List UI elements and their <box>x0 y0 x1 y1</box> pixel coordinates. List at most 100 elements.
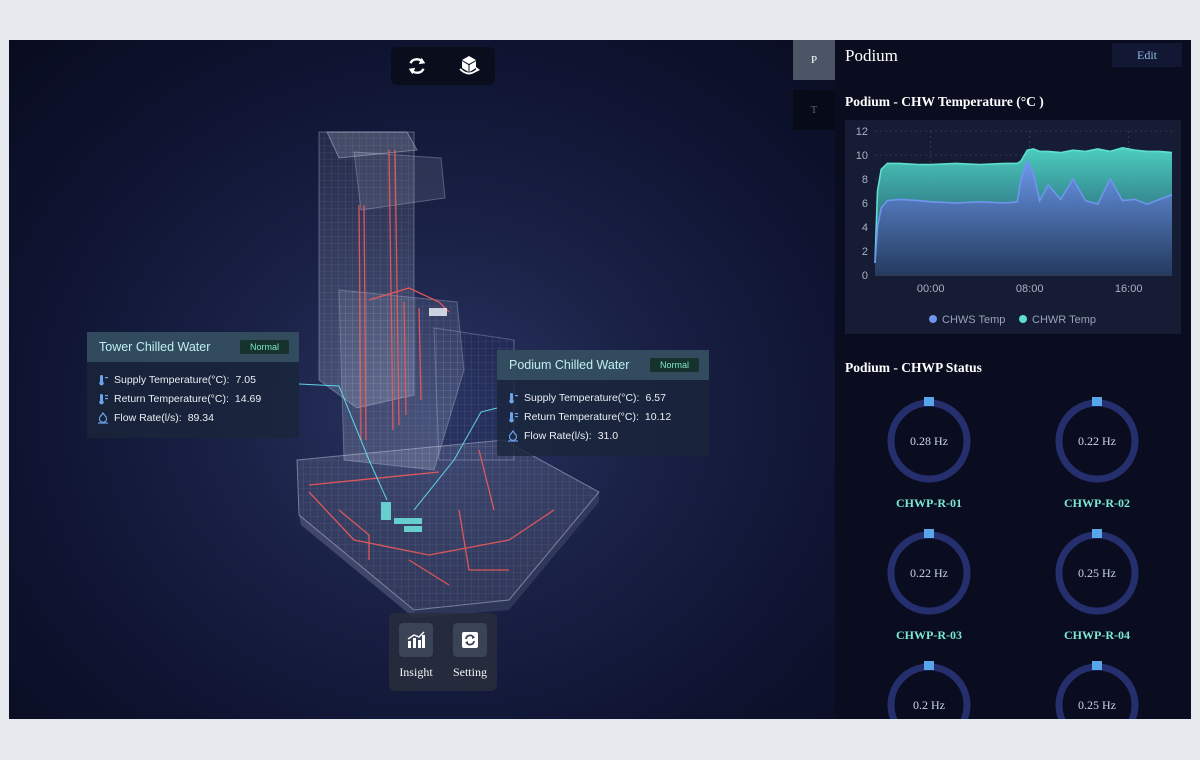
y-tick-label: 2 <box>862 246 868 258</box>
thermometer-icon <box>97 374 111 386</box>
flow-rate-value: 89.34 <box>187 411 214 424</box>
y-tick-label: 12 <box>856 126 868 138</box>
x-tick-label: 00:00 <box>917 283 945 295</box>
gauge-marker <box>924 397 934 406</box>
card-body: Supply Temperature(°C): 7.05 Return Temp… <box>87 362 299 427</box>
setting-label: Setting <box>452 665 487 679</box>
pump-gauge[interactable]: 0.22 Hz CHWP-R-02 <box>1037 395 1157 511</box>
card-header: Tower Chilled Water Normal <box>87 332 299 362</box>
tab-podium[interactable]: P <box>793 40 835 80</box>
tab-tower[interactable]: T <box>793 90 835 130</box>
return-temperature-value: 14.69 <box>234 392 262 405</box>
thermometer-icon <box>507 411 521 423</box>
pump-name: CHWP-R-04 <box>1064 628 1130 642</box>
status-badge: Normal <box>239 340 289 354</box>
supply-temperature-row: Supply Temperature(°C): 7.05 <box>97 370 299 389</box>
card-header: Podium Chilled Water Normal <box>497 350 709 380</box>
y-tick-label: 10 <box>856 150 868 162</box>
setting-button[interactable]: Setting <box>452 623 487 680</box>
flow-rate-row: Flow Rate(l/s): 31.0 <box>507 426 709 445</box>
legend-chws-label: CHWS Temp <box>942 314 1005 326</box>
pump-frequency-value: 0.2 Hz <box>913 698 945 712</box>
chart-icon <box>398 623 433 657</box>
chart-legend: CHWS Temp CHWR Temp <box>929 314 1096 326</box>
gauge-ring: 0.22 Hz <box>1055 397 1139 483</box>
thermometer-icon <box>507 392 521 404</box>
gauge-ring: 0.25 Hz <box>1055 661 1139 719</box>
return-temperature-label: Return Temperature(°C): <box>524 410 639 423</box>
panel-title: Podium <box>845 46 898 65</box>
pump-frequency-value: 0.28 Hz <box>910 434 948 448</box>
status-title: Podium - CHWP Status <box>845 360 982 375</box>
pump-name: CHWP-R-01 <box>896 496 962 510</box>
pump-frequency-value: 0.22 Hz <box>910 566 948 580</box>
chw-temperature-chart-svg: 0 2 4 6 8 10 12 00:00 08:00 16:00 CHWS Temp CHWR… <box>856 126 1173 326</box>
pump-gauge[interactable]: 0.22 Hz CHWP-R-03 <box>869 527 989 643</box>
pump-frequency-value: 0.22 Hz <box>1078 434 1116 448</box>
gauge-marker <box>924 661 934 670</box>
x-tick-label: 08:00 <box>1016 283 1044 295</box>
y-tick-label: 8 <box>862 174 868 186</box>
flow-icon <box>97 411 111 424</box>
pump-frequency-value: 0.25 Hz <box>1078 566 1116 580</box>
flow-rate-row: Flow Rate(l/s): 89.34 <box>97 408 299 427</box>
refresh-icon <box>408 57 426 75</box>
pump-frequency-value: 0.25 Hz <box>1078 698 1116 712</box>
card-body: Supply Temperature(°C): 6.57 Return Temp… <box>497 380 709 445</box>
gauge-marker <box>924 529 934 538</box>
bottom-action-bar: Insight Setting <box>389 613 497 691</box>
flow-rate-label: Flow Rate(l/s): <box>114 411 182 424</box>
return-temperature-row: Return Temperature(°C): 14.69 <box>97 389 299 408</box>
tab-tower-label: T <box>810 104 818 116</box>
card-title: Tower Chilled Water <box>99 340 211 354</box>
pump-gauge[interactable]: 0.25 Hz <box>1037 659 1157 719</box>
chw-temperature-chart: 0 2 4 6 8 10 12 00:00 08:00 16:00 CHWS Temp CHWR… <box>845 120 1181 334</box>
flow-rate-value: 31.0 <box>597 429 619 442</box>
side-tabs: P T <box>793 40 835 130</box>
return-temperature-row: Return Temperature(°C): 10.12 <box>507 407 709 426</box>
refresh-button[interactable] <box>399 51 435 81</box>
pump-name: CHWP-R-02 <box>1064 496 1130 510</box>
app-window: Tower Chilled Water Normal Supply Temper… <box>9 40 1191 719</box>
gauge-ring: 0.22 Hz <box>887 529 971 615</box>
x-tick-label: 16:00 <box>1115 283 1143 295</box>
flow-icon <box>507 429 521 442</box>
legend-chwr-marker <box>1019 315 1027 323</box>
settings-icon <box>452 623 487 657</box>
y-tick-label: 4 <box>862 222 868 234</box>
y-tick-label: 0 <box>862 270 868 282</box>
pump-name: CHWP-R-03 <box>896 628 962 642</box>
thermometer-icon <box>97 393 111 405</box>
status-badge: Normal <box>649 358 699 372</box>
return-temperature-label: Return Temperature(°C): <box>114 392 229 405</box>
gauge-marker <box>1092 529 1102 538</box>
supply-temperature-value: 6.57 <box>645 391 666 404</box>
podium-chilled-water-card[interactable]: Podium Chilled Water Normal Supply Tempe… <box>497 350 709 456</box>
building-3d-view[interactable]: Tower Chilled Water Normal Supply Temper… <box>9 40 835 719</box>
cube-rotate-icon <box>459 56 480 75</box>
insight-button[interactable]: Insight <box>398 623 433 680</box>
gauge-marker <box>1092 661 1102 670</box>
supply-temperature-value: 7.05 <box>235 373 256 386</box>
insight-label: Insight <box>399 665 433 679</box>
supply-temperature-label: Supply Temperature(°C): <box>114 373 230 386</box>
gauge-marker <box>1092 397 1102 406</box>
view-toolbar <box>391 47 495 85</box>
flow-rate-label: Flow Rate(l/s): <box>524 429 592 442</box>
pump-gauge[interactable]: 0.2 Hz <box>869 659 989 719</box>
pump-gauge[interactable]: 0.28 Hz CHWP-R-01 <box>869 395 989 511</box>
chart-title: Podium - CHW Temperature (°C ) <box>845 94 1044 109</box>
legend-chwr-label: CHWR Temp <box>1032 314 1096 326</box>
pump-gauge[interactable]: 0.25 Hz CHWP-R-04 <box>1037 527 1157 643</box>
supply-temperature-row: Supply Temperature(°C): 6.57 <box>507 388 709 407</box>
rotate-view-button[interactable] <box>451 51 487 81</box>
y-tick-label: 6 <box>862 198 868 210</box>
supply-temperature-label: Supply Temperature(°C): <box>524 391 640 404</box>
gauge-ring: 0.28 Hz <box>887 397 971 483</box>
gauge-ring: 0.2 Hz <box>887 661 971 719</box>
return-temperature-value: 10.12 <box>644 410 672 423</box>
details-panel: Podium Edit Podium - CHW Temperature (°C… <box>835 40 1191 719</box>
edit-button[interactable]: Edit <box>1112 43 1182 67</box>
tower-chilled-water-card[interactable]: Tower Chilled Water Normal Supply Temper… <box>87 332 299 438</box>
gauge-ring: 0.25 Hz <box>1055 529 1139 615</box>
